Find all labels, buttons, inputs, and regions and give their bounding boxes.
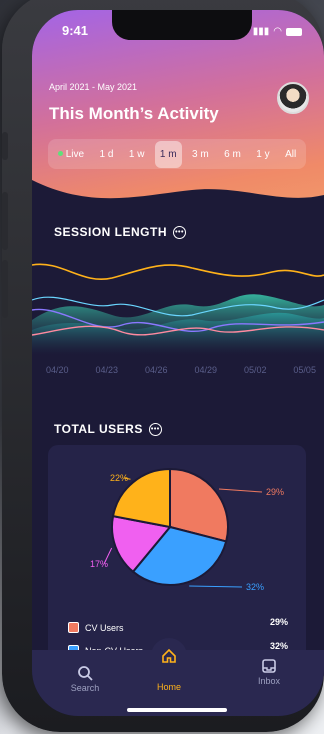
nav-home[interactable] (151, 638, 187, 674)
x-tick: 04/29 (194, 365, 217, 375)
volume-up-button (2, 192, 8, 250)
tab-all[interactable]: All (280, 141, 301, 168)
session-line-yellow (32, 263, 324, 281)
pie-leader-line (189, 585, 243, 588)
time-range-tabs: Live 1 d 1 w 1 m 3 m 6 m 1 y All (48, 139, 306, 169)
signal-icon: ▮▮▮ (252, 26, 270, 37)
session-length-heading: SESSION LENGTH ••• (54, 225, 187, 239)
total-users-heading: TOTAL USERS ••• (54, 422, 162, 436)
pie-leader-line (218, 488, 263, 493)
legend-swatch (68, 622, 79, 633)
notch (112, 10, 252, 40)
home-icon (162, 648, 176, 663)
inbox-icon (262, 659, 276, 673)
x-tick: 04/26 (144, 365, 168, 375)
more-options-icon[interactable]: ••• (173, 225, 187, 239)
scene: 9:41 ▮▮▮ ◠ April 2021 - May 2021 This Mo… (0, 0, 324, 734)
session-length-title: SESSION LENGTH (54, 225, 168, 239)
mute-switch (2, 132, 8, 160)
nav-search[interactable]: Search (55, 665, 115, 693)
status-icons: ▮▮▮ ◠ (253, 26, 302, 37)
app-screen: 9:41 ▮▮▮ ◠ April 2021 - May 2021 This Mo… (32, 10, 324, 716)
home-indicator (127, 708, 227, 712)
tab-6m[interactable]: 6 m (219, 141, 246, 168)
date-range: April 2021 - May 2021 (49, 82, 138, 92)
page-title: This Month’s Activity (49, 104, 219, 123)
volume-down-button (2, 260, 8, 318)
legend-value: 29% (269, 617, 288, 627)
tab-1m[interactable]: 1 m (154, 140, 182, 168)
pie-slice-label: 17% (90, 559, 108, 569)
total-users-pie-chart: 29% 32% 17% 22% (90, 467, 284, 592)
nav-home-label[interactable]: Home (139, 682, 199, 692)
tab-1w[interactable]: 1 w (124, 141, 150, 168)
pie-slice-label: 29% (266, 487, 284, 497)
battery-icon (286, 27, 302, 36)
more-options-icon[interactable]: ••• (148, 422, 162, 436)
total-users-title: TOTAL USERS (54, 422, 143, 436)
tab-1d[interactable]: 1 d (95, 141, 119, 168)
nav-inbox-label: Inbox (257, 676, 281, 686)
x-tick: 05/05 (293, 365, 316, 375)
search-icon (78, 666, 93, 681)
session-length-chart (32, 263, 324, 355)
nav-search-label: Search (70, 683, 100, 693)
pie-slice-label: 32% (246, 582, 264, 592)
x-tick: 05/02 (243, 365, 267, 375)
live-indicator-icon (57, 151, 63, 157)
phone-frame: 9:41 ▮▮▮ ◠ April 2021 - May 2021 This Mo… (2, 0, 324, 732)
session-x-axis: 04/20 04/23 04/26 04/29 05/02 05/05 (46, 365, 316, 375)
tab-live[interactable]: Live (53, 141, 89, 168)
pie-slice-label: 22% (110, 473, 128, 483)
x-tick: 04/20 (46, 365, 69, 375)
avatar[interactable] (277, 82, 309, 114)
wifi-icon: ◠ (273, 26, 282, 37)
nav-inbox[interactable]: Inbox (239, 658, 299, 686)
legend-item-cv: CV Users (68, 622, 124, 633)
legend-label: CV Users (85, 622, 124, 633)
x-tick: 04/23 (95, 365, 119, 375)
tab-1y[interactable]: 1 y (251, 141, 274, 168)
tab-label: Live (65, 148, 85, 160)
tab-3m[interactable]: 3 m (187, 141, 214, 168)
status-time: 9:41 (62, 23, 89, 38)
